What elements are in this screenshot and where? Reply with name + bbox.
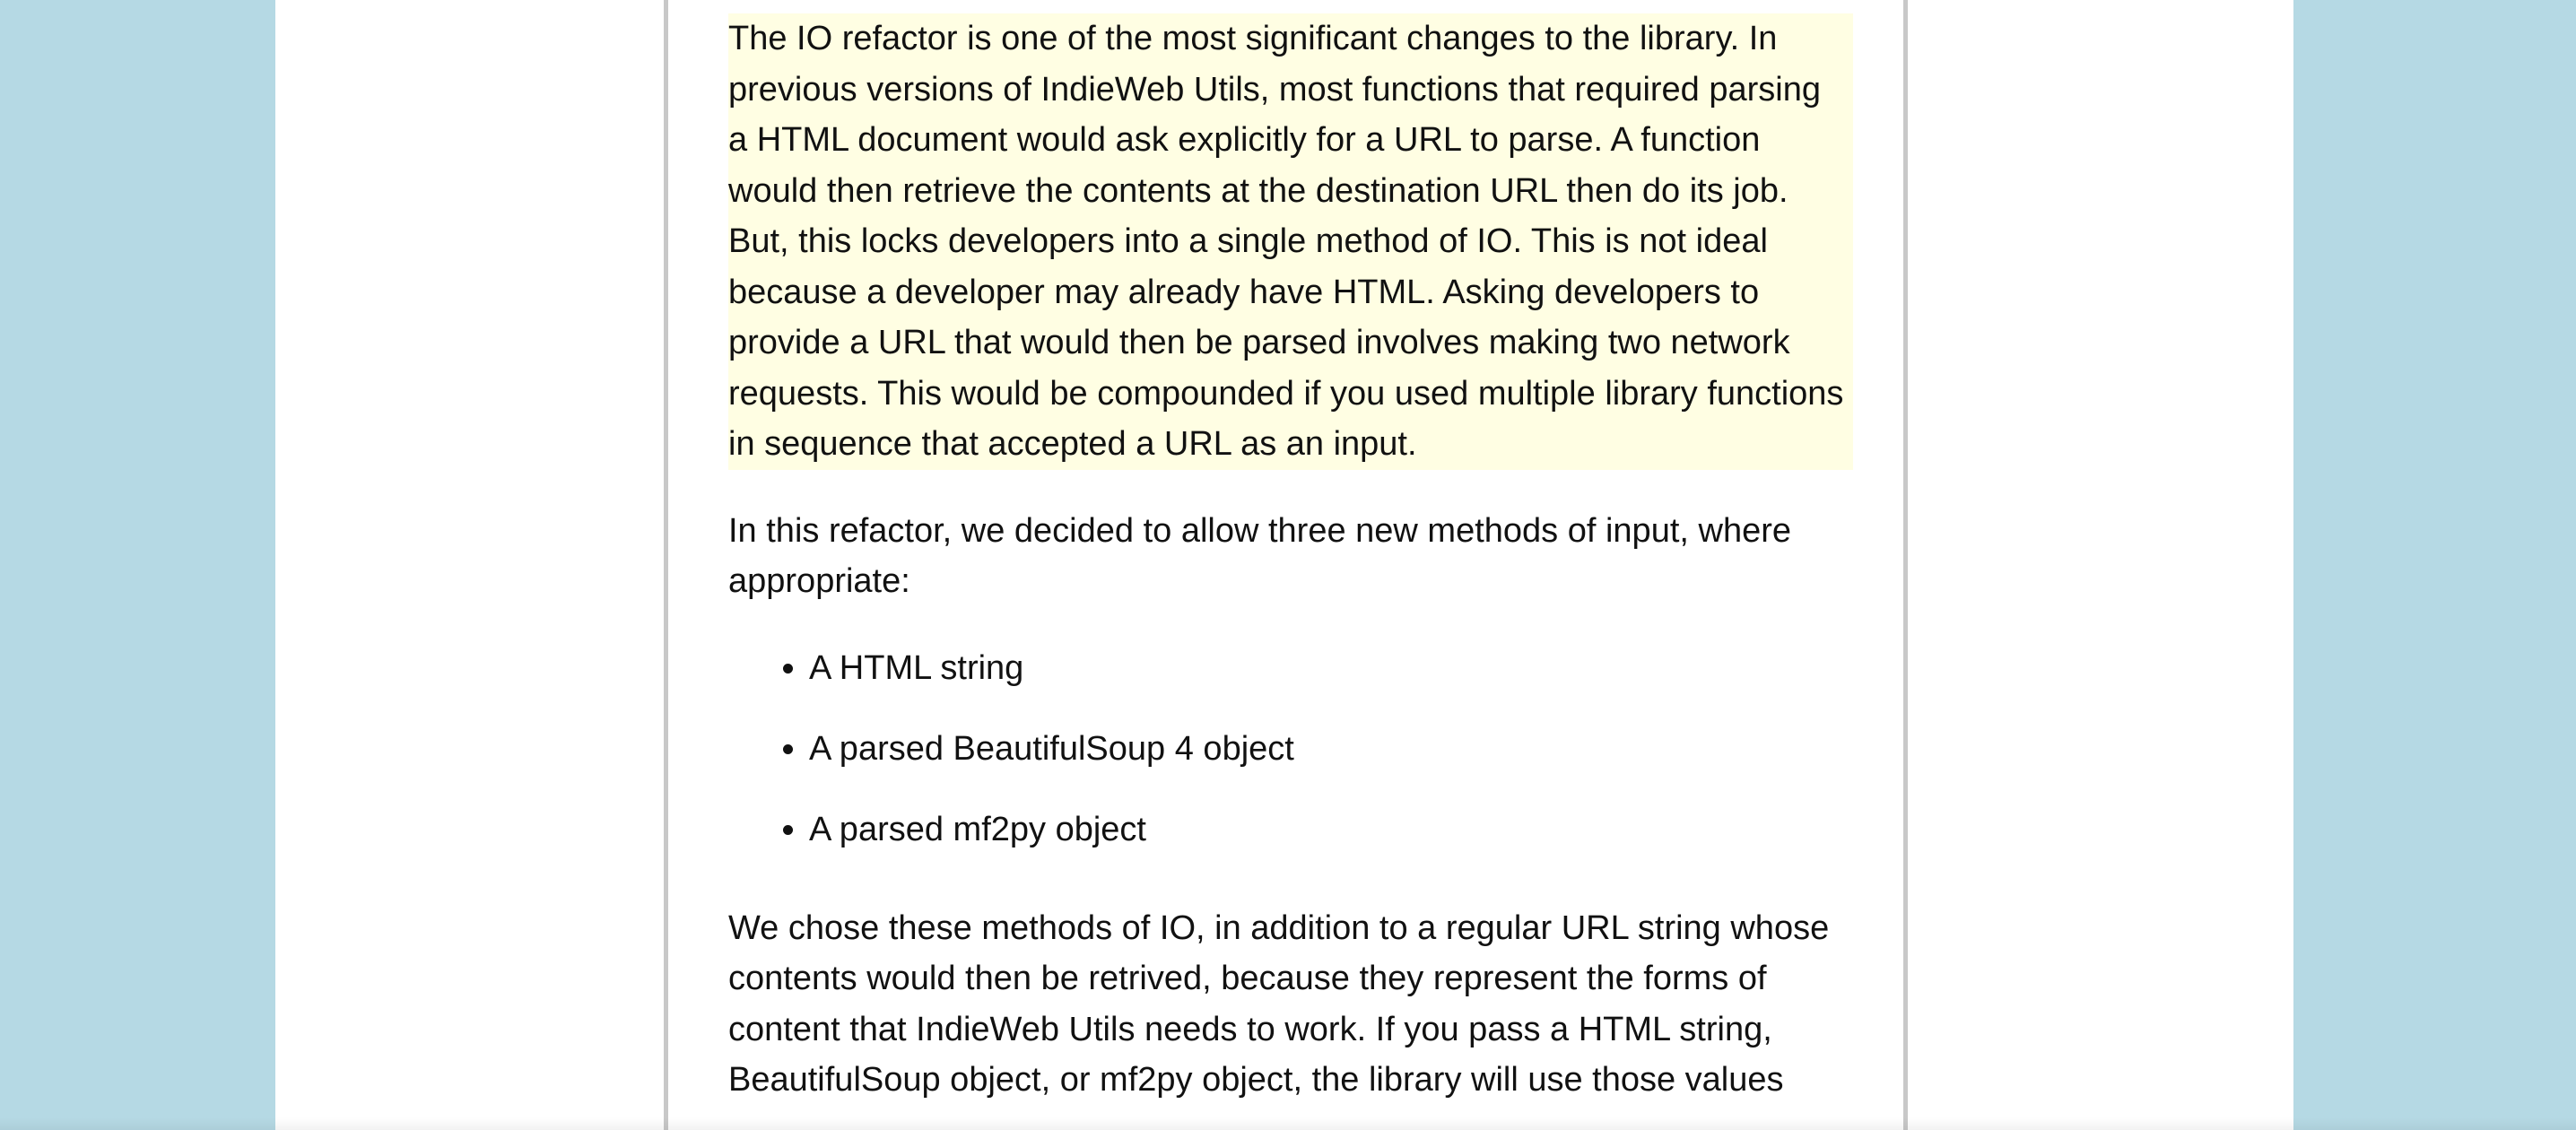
bottom-shadow: [0, 1117, 2576, 1130]
highlighted-paragraph: The IO refactor is one of the most signi…: [728, 13, 1853, 470]
closing-paragraph: We chose these methods of IO, in additio…: [728, 908, 1830, 1100]
list-item: A HTML string: [809, 643, 1849, 693]
article-content: The IO refactor is one of the most signi…: [728, 13, 1853, 1106]
list-item: A parsed BeautifulSoup 4 object: [809, 724, 1849, 774]
article-column: The IO refactor is one of the most signi…: [664, 0, 1908, 1130]
list-item: A parsed mf2py object: [809, 804, 1849, 855]
input-methods-list: A HTML string A parsed BeautifulSoup 4 o…: [728, 643, 1849, 855]
page-background: The IO refactor is one of the most signi…: [275, 0, 2293, 1130]
intro-paragraph: In this refactor, we decided to allow th…: [728, 511, 1791, 601]
